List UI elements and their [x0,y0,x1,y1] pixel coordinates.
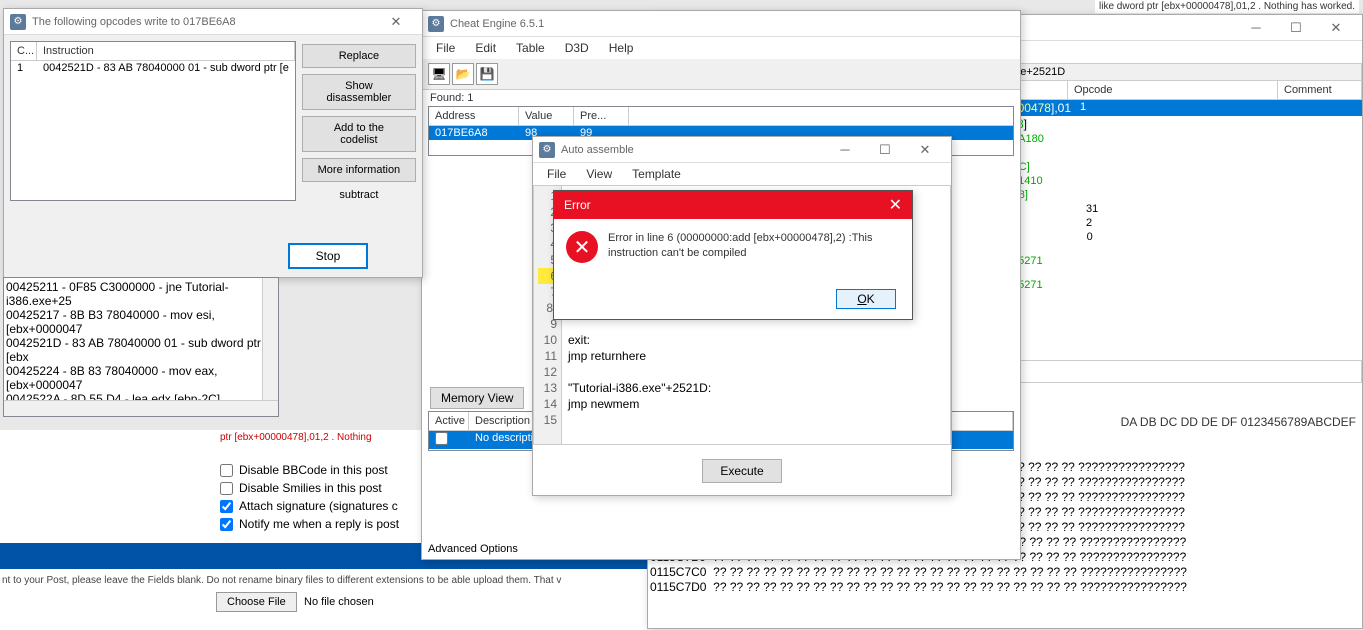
show-disasm-button[interactable]: Show disassembler [302,74,416,110]
no-file-label: No file chosen [304,596,374,608]
subtract-label: subtract [302,189,416,201]
menu-view[interactable]: View [578,165,620,183]
scrollbar-h[interactable] [4,400,278,416]
choose-file-button[interactable]: Choose File [216,592,297,612]
open-icon[interactable]: 📂 [452,63,474,85]
opcode-row[interactable]: 1 0042521D - 83 AB 78040000 01 - sub dwo… [11,61,295,75]
memory-view-button[interactable]: Memory View [430,387,524,409]
replace-button[interactable]: Replace [302,44,416,68]
menu-help[interactable]: Help [601,39,642,57]
disasm-detail-box[interactable]: 00425211 - 0F85 C3000000 - jne Tutorial-… [3,277,279,417]
active-checkbox[interactable] [435,432,448,445]
ce-titlebar[interactable]: ⚙ Cheat Engine 6.5.1 [422,11,1020,37]
opcode-list[interactable]: C... Instruction 1 0042521D - 83 AB 7804… [10,41,296,201]
menu-edit[interactable]: Edit [467,39,504,57]
stop-button[interactable]: Stop [288,243,368,269]
minimize-icon[interactable]: ─ [1236,17,1276,39]
more-info-button[interactable]: More information [302,158,416,182]
open-process-icon[interactable]: 🖥 [428,63,450,85]
maximize-icon[interactable]: ☐ [865,139,905,161]
save-icon[interactable]: 💾 [476,63,498,85]
menu-file[interactable]: File [539,165,574,183]
error-titlebar[interactable]: Error ✕ [554,191,912,219]
close-icon[interactable]: ✕ [1316,17,1356,39]
menu-template[interactable]: Template [624,165,689,183]
ce-toolbar: 🖥 📂 💾 [422,59,1020,90]
ce-menubar: File Edit Table D3D Help [422,37,1020,59]
adv-options[interactable]: Advanced Options [428,543,518,555]
ce-icon: ⚙ [428,16,444,32]
menu-file[interactable]: File [428,39,463,57]
minimize-icon[interactable]: ─ [825,139,865,161]
ce-icon: ⚙ [10,14,26,30]
bg-text: like dword ptr [ebx+00000478],01,2 . Not… [1095,0,1359,13]
opcode-titlebar[interactable]: ⚙ The following opcodes write to 017BE6A… [4,9,422,35]
menu-table[interactable]: Table [508,39,553,57]
execute-button[interactable]: Execute [702,459,782,483]
ok-button[interactable]: OK [836,289,896,309]
error-dialog: Error ✕ ✕ Error in line 6 (00000000:add … [553,190,913,320]
error-icon: ✕ [566,231,598,263]
opcode-writes-window: ⚙ The following opcodes write to 017BE6A… [3,8,423,278]
autoasm-menubar: File View Template [533,163,951,185]
close-icon[interactable]: ✕ [376,11,416,33]
close-icon[interactable]: ✕ [889,195,902,215]
maximize-icon[interactable]: ☐ [1276,17,1316,39]
menu-d3d[interactable]: D3D [557,39,597,57]
add-codelist-button[interactable]: Add to the codelist [302,116,416,152]
error-message: Error in line 6 (00000000:add [ebx+00000… [608,231,900,262]
ce-icon: ⚙ [539,142,555,158]
autoasm-titlebar[interactable]: ⚙ Auto assemble ─ ☐ ✕ [533,137,951,163]
scrollbar-v[interactable] [262,278,278,400]
close-icon[interactable]: ✕ [905,139,945,161]
found-label: Found: 1 [422,90,1020,106]
